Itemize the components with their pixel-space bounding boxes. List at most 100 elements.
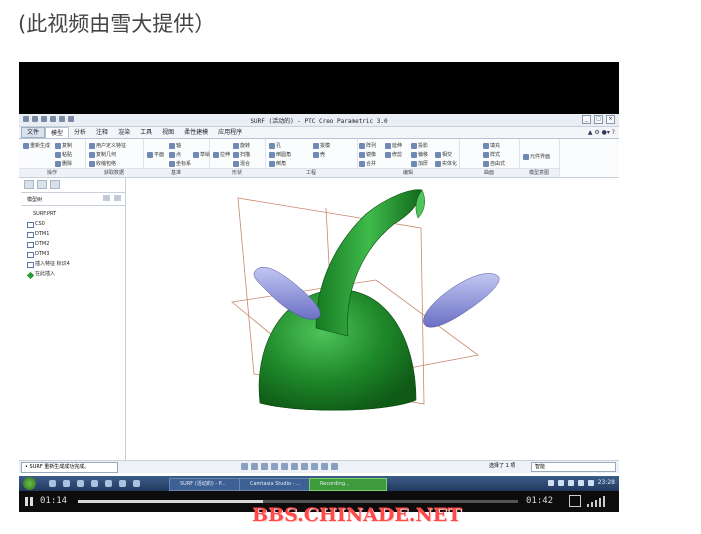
tab-tools[interactable]: 工具 <box>135 127 157 138</box>
delete-button[interactable]: 删除 <box>55 160 72 167</box>
extend-button[interactable]: 延伸 <box>385 142 402 149</box>
copy-geometry-button[interactable]: 复制几何 <box>89 151 116 158</box>
tab-flexible-modeling[interactable]: 柔性建模 <box>179 127 213 138</box>
view-manager-icon[interactable] <box>301 463 308 470</box>
pattern-button[interactable]: 阵列 <box>359 142 376 149</box>
csys-button[interactable]: 坐标系 <box>169 160 191 167</box>
folder-browser-tab[interactable] <box>37 180 47 189</box>
datum-display-icon[interactable] <box>311 463 318 470</box>
tree-item-dtm2[interactable]: DTM2 <box>21 239 125 249</box>
plane-button[interactable]: 平面 <box>147 151 164 158</box>
freestyle-button[interactable]: 自由式 <box>483 160 505 167</box>
app-launch-icon[interactable] <box>105 480 112 487</box>
point-button[interactable]: 点 <box>169 151 181 158</box>
app-launch-icon[interactable] <box>91 480 98 487</box>
tab-applications[interactable]: 应用程序 <box>213 127 247 138</box>
app-launch-icon[interactable] <box>63 480 70 487</box>
zoom-out-icon[interactable] <box>261 463 268 470</box>
favorites-tab[interactable] <box>50 180 60 189</box>
tab-model[interactable]: 模型 <box>45 127 70 138</box>
tab-render[interactable]: 渲染 <box>113 127 135 138</box>
tray-icon[interactable] <box>577 479 584 486</box>
sketch-button[interactable]: 草绘 <box>193 151 210 158</box>
fullscreen-icon[interactable] <box>569 495 581 507</box>
volume-icon[interactable] <box>587 495 613 507</box>
ribbon-tabs: 文件 模型 分析 注释 渲染 工具 视图 柔性建模 应用程序 ▲ ⚙ ●▾ ? <box>19 127 619 139</box>
axis-button[interactable]: 轴 <box>169 142 181 149</box>
taskbar-item-creo[interactable]: SURF (活动的) - P... <box>169 478 245 491</box>
hole-button[interactable]: 孔 <box>269 142 281 149</box>
paste-button[interactable]: 粘贴 <box>55 151 72 158</box>
app-launch-icon[interactable] <box>119 480 126 487</box>
window-controls: _ □ × <box>582 115 615 124</box>
style-button[interactable]: 样式 <box>483 151 500 158</box>
extrude-button[interactable]: 拉伸 <box>213 151 230 158</box>
component-interface-button[interactable]: 元件界面 <box>523 153 550 160</box>
maximize-icon[interactable]: □ <box>594 115 603 124</box>
app-launch-icon[interactable] <box>133 480 140 487</box>
annotation-display-icon[interactable] <box>321 463 328 470</box>
tray-icon[interactable] <box>567 479 574 486</box>
seek-bar[interactable] <box>78 500 518 503</box>
blend-button[interactable]: 混合 <box>233 160 250 167</box>
model-tree-tab[interactable] <box>24 180 34 189</box>
message-area: • SURF 重新生成成功完成。 <box>21 462 118 473</box>
shell-button[interactable]: 壳 <box>313 151 325 158</box>
help-icons[interactable]: ▲ ⚙ ●▾ ? <box>588 127 619 138</box>
tree-item-part[interactable]: SURF.PRT <box>21 209 125 219</box>
volume-icon[interactable] <box>587 479 594 486</box>
video-player[interactable]: SURF (活动的) - PTC Creo Parametric 3.0 _ □… <box>19 62 619 512</box>
thicken-button[interactable]: 加厚 <box>411 160 428 167</box>
shrinkwrap-button[interactable]: 收缩包络 <box>89 160 116 167</box>
spin-center-icon[interactable] <box>331 463 338 470</box>
pause-icon[interactable] <box>25 497 34 506</box>
copy-button[interactable]: 复制 <box>55 142 72 149</box>
tab-annotate[interactable]: 注释 <box>91 127 113 138</box>
app-launch-icon[interactable] <box>49 480 56 487</box>
udf-button[interactable]: 用户定义特征 <box>89 142 126 149</box>
graphics-window[interactable] <box>126 178 619 460</box>
system-tray: 23:28 <box>547 479 615 486</box>
group-get-data: 用户定义特征 复制几何 收缩包络 获取数据 <box>85 139 144 177</box>
tab-file[interactable]: 文件 <box>21 127 46 138</box>
revolve-button[interactable]: 旋转 <box>233 142 250 149</box>
project-button[interactable]: 投影 <box>411 142 428 149</box>
regenerate-button[interactable]: 重新生成 <box>23 142 50 149</box>
tab-analysis[interactable]: 分析 <box>69 127 91 138</box>
offset-button[interactable]: 偏移 <box>411 151 428 158</box>
solidify-button[interactable]: 实体化 <box>435 160 457 167</box>
tree-filter-icon[interactable] <box>103 195 110 201</box>
tree-item-dtm1[interactable]: DTM1 <box>21 229 125 239</box>
tree-settings-icon[interactable] <box>114 195 121 201</box>
tree-item-csys[interactable]: CS0 <box>21 219 125 229</box>
zoom-in-icon[interactable] <box>251 463 258 470</box>
refit-icon[interactable] <box>241 463 248 470</box>
draft-button[interactable]: 拔模 <box>313 142 330 149</box>
minimize-icon[interactable]: _ <box>582 115 591 124</box>
taskbar-item-recording[interactable]: Recording... <box>309 478 387 491</box>
tray-icon[interactable] <box>547 479 554 486</box>
selection-filter[interactable]: 智能 <box>531 462 616 472</box>
round-button[interactable]: 倒圆角 <box>269 151 291 158</box>
close-icon[interactable]: × <box>606 115 615 124</box>
trim-button[interactable]: 修剪 <box>385 151 402 158</box>
group-label-datum: 基准 <box>143 168 209 177</box>
tree-item-insert-here[interactable]: 在此插入 <box>21 269 125 280</box>
tree-item-import-feature[interactable]: 插入特征 标识4 <box>21 259 125 269</box>
repaint-icon[interactable] <box>271 463 278 470</box>
sweep-button[interactable]: 扫描 <box>233 151 250 158</box>
mirror-button[interactable]: 镜像 <box>359 151 376 158</box>
display-style-icon[interactable] <box>281 463 288 470</box>
tree-item-dtm3[interactable]: DTM3 <box>21 249 125 259</box>
seek-bar-progress <box>78 500 263 503</box>
app-launch-icon[interactable] <box>77 480 84 487</box>
merge-button[interactable]: 合并 <box>359 160 376 167</box>
start-button[interactable] <box>23 477 36 490</box>
intersect-button[interactable]: 相交 <box>435 151 452 158</box>
chamfer-button[interactable]: 倒角 <box>269 160 286 167</box>
taskbar-item-camtasia[interactable]: Camtasia Studio - ... <box>239 478 315 491</box>
saved-orientations-icon[interactable] <box>291 463 298 470</box>
fill-button[interactable]: 填充 <box>483 142 500 149</box>
tray-icon[interactable] <box>557 479 564 486</box>
tab-view[interactable]: 视图 <box>157 127 179 138</box>
